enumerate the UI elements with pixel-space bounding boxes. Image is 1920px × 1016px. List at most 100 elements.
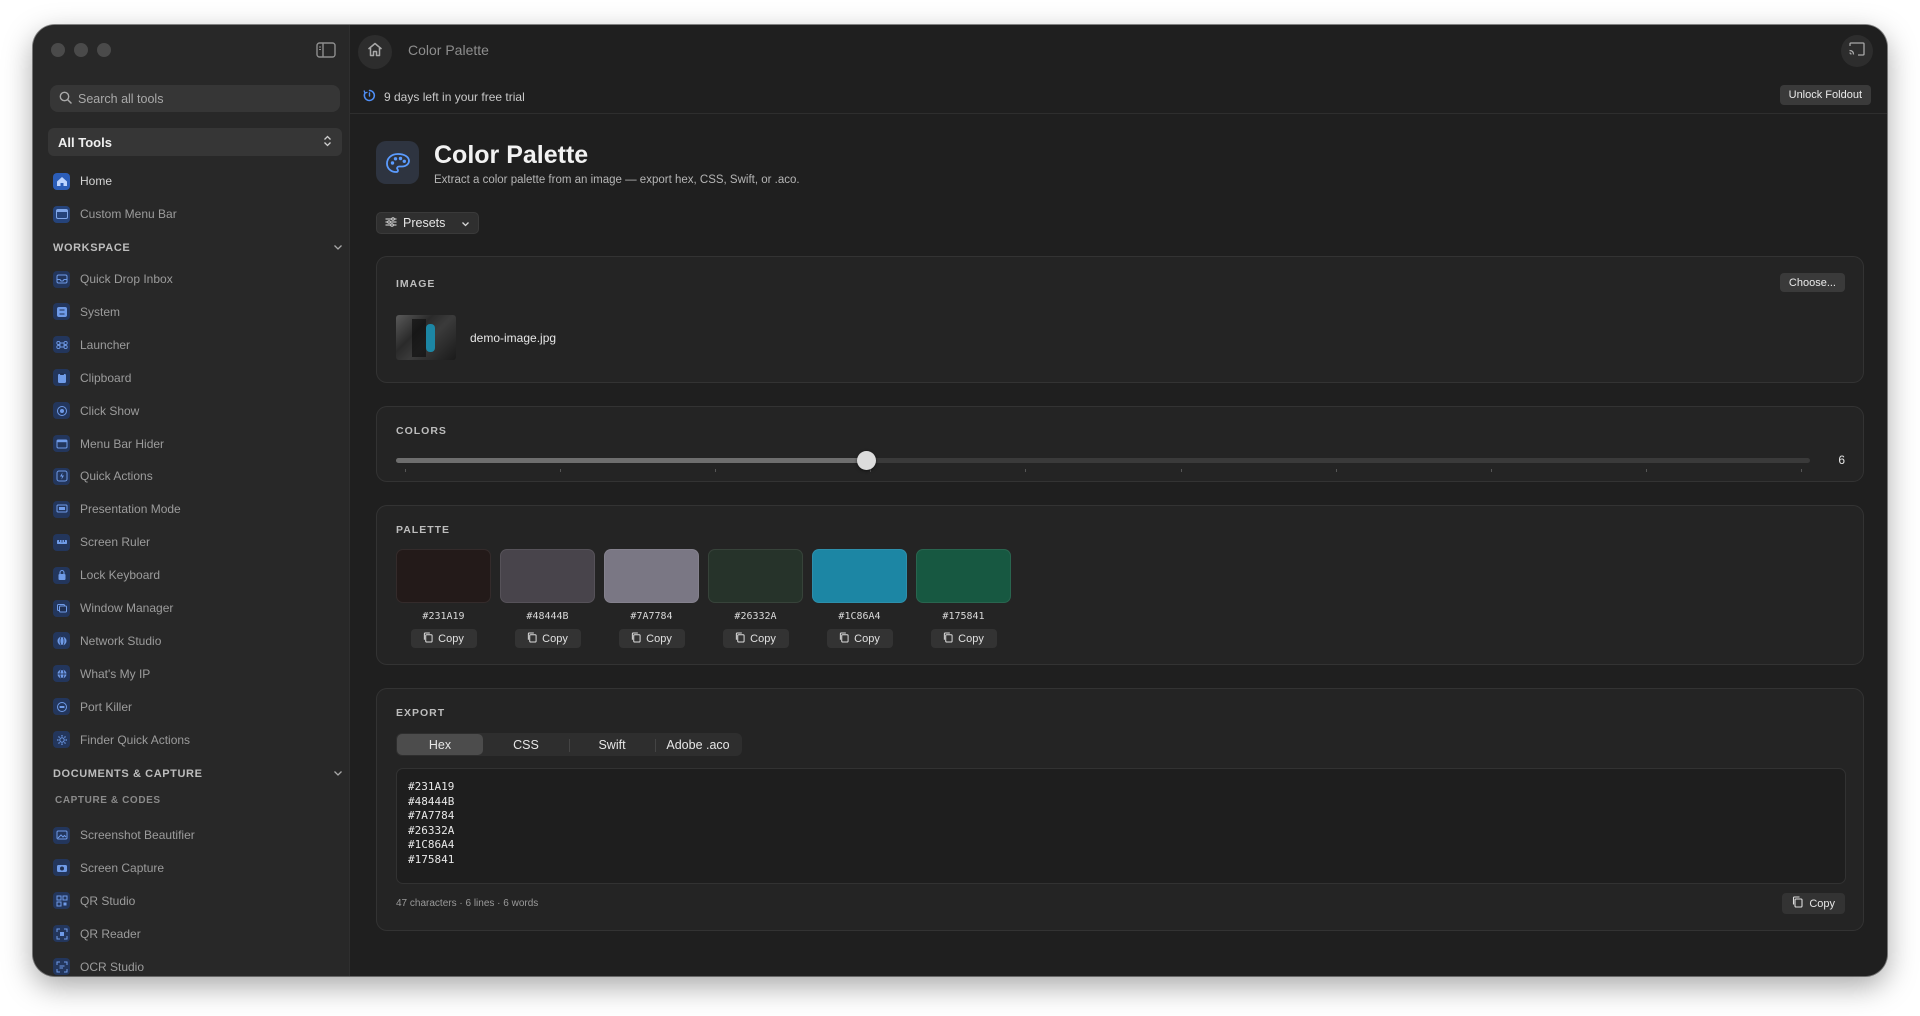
sidebar-toggle-icon[interactable] (316, 42, 336, 58)
copy-swatch-button[interactable]: Copy (514, 629, 581, 648)
sidebar-item-custom-menu-bar[interactable]: Custom Menu Bar (53, 200, 341, 228)
image-file-name: demo-image.jpg (470, 331, 557, 345)
sidebar-item-system[interactable]: System (53, 298, 341, 326)
sidebar-item-label: Screenshot Beautifier (80, 828, 195, 842)
sidebar-item-quick-drop-inbox[interactable]: Quick Drop Inbox (53, 265, 341, 293)
sidebar-item-finder-quick-actions[interactable]: Finder Quick Actions (53, 726, 341, 754)
image-thumbnail[interactable] (396, 315, 456, 360)
image-icon (53, 826, 70, 844)
tab-adobe-aco[interactable]: Adobe .aco (655, 734, 741, 755)
swatch-hex-label: #7A7784 (630, 611, 673, 622)
copy-icon (527, 631, 537, 646)
presets-menu-button[interactable]: Presets (376, 212, 480, 234)
gear-icon (53, 731, 70, 749)
image-card: IMAGE Choose... demo-image.jpg (376, 256, 1864, 383)
subsection-capture-codes: CAPTURE & CODES (55, 795, 161, 806)
choose-image-button[interactable]: Choose... (1779, 273, 1845, 292)
tool-category-select[interactable]: All Tools (48, 128, 342, 156)
chevron-down-icon (461, 216, 470, 230)
copy-swatch-button[interactable]: Copy (826, 629, 893, 648)
sidebar-item-label: Click Show (80, 403, 140, 418)
sidebar-item-launcher[interactable]: Launcher (53, 331, 341, 359)
close-window-button[interactable] (51, 43, 65, 57)
unlock-button[interactable]: Unlock Foldout (1779, 85, 1871, 105)
zoom-window-button[interactable] (97, 43, 111, 57)
sidebar-item-screenshot-beautifier[interactable]: Screenshot Beautifier (53, 821, 341, 849)
sidebar-item-label: OCR Studio (80, 959, 145, 974)
image-card-label: IMAGE (396, 278, 436, 290)
export-card: EXPORT Hex CSS Swift Adobe .aco #231A19 #484… (376, 688, 1864, 931)
slider-tick (405, 469, 406, 472)
copy-swatch-button[interactable]: Copy (930, 629, 997, 648)
sidebar-item-label: Network Studio (80, 633, 162, 648)
sidebar-item-label: Presentation Mode (80, 502, 181, 517)
section-workspace[interactable]: WORKSPACE (53, 242, 343, 254)
copy-swatch-button[interactable]: Copy (410, 629, 477, 648)
colors-slider-fill (396, 458, 867, 463)
color-swatch[interactable] (604, 549, 699, 603)
tab-css[interactable]: CSS (483, 734, 569, 755)
palette-card-label: PALETTE (396, 524, 451, 536)
cast-button[interactable] (1841, 35, 1873, 67)
slider-tick (1335, 469, 1337, 472)
sliders-icon (385, 216, 397, 230)
tab-hex[interactable]: Hex (397, 734, 483, 755)
house-icon (53, 172, 70, 190)
copy-swatch-button[interactable]: Copy (618, 629, 685, 648)
slider-tick (870, 469, 872, 472)
sidebar-item-screen-ruler[interactable]: Screen Ruler (53, 528, 341, 556)
export-output[interactable]: #231A19 #48444B #7A7784 #26332A #1C86A4 #1758… (396, 768, 1846, 884)
sidebar-item-window-manager[interactable]: Window Manager (53, 594, 341, 622)
sidebar-item-home[interactable]: Home (53, 167, 341, 195)
section-documents-capture[interactable]: DOCUMENTS & CAPTURE (53, 768, 343, 780)
swatch-item: #7A7784 Copy (604, 549, 699, 648)
copy-swatch-button[interactable]: Copy (722, 629, 789, 648)
slider-tick (1801, 469, 1802, 472)
color-swatch[interactable] (396, 549, 491, 603)
qr-scan-icon (53, 925, 70, 943)
colors-slider-knob[interactable] (857, 451, 877, 470)
sidebar-item-screen-capture[interactable]: Screen Capture (53, 854, 341, 882)
trial-banner: 9 days left in your free trial (350, 81, 1887, 114)
sidebar-item-menu-bar-hider[interactable]: Menu Bar Hider (53, 430, 341, 458)
page-subtitle: Extract a color palette from an image — … (434, 174, 800, 186)
sidebar-item-ocr-studio[interactable]: OCR Studio (53, 953, 341, 976)
sidebar-item-lock-keyboard[interactable]: Lock Keyboard (53, 561, 341, 589)
sidebar-item-label: Quick Drop Inbox (80, 272, 173, 286)
sidebar-item-label: Custom Menu Bar (80, 207, 177, 221)
sidebar-item-clipboard[interactable]: Clipboard (53, 364, 341, 392)
sidebar-item-presentation-mode[interactable]: Presentation Mode (53, 495, 341, 523)
sidebar-item-port-killer[interactable]: Port Killer (53, 693, 341, 721)
presets-label: Presets (403, 216, 446, 230)
colors-slider-track[interactable] (396, 458, 1810, 463)
sidebar-item-network-studio[interactable]: Network Studio (53, 627, 341, 655)
color-swatch[interactable] (708, 549, 803, 603)
sidebar-item-quick-actions[interactable]: Quick Actions (53, 462, 341, 490)
tool-category-value: All Tools (58, 134, 112, 150)
search-bar[interactable] (50, 85, 340, 112)
swatch-hex-label: #231A19 (422, 611, 465, 622)
color-swatch[interactable] (916, 549, 1011, 603)
slider-tick (1490, 469, 1492, 472)
search-input[interactable] (78, 91, 318, 106)
sidebar-item-label: Screen Ruler (80, 535, 151, 550)
color-swatch[interactable] (500, 549, 595, 603)
tab-swift[interactable]: Swift (569, 734, 655, 755)
export-line: #48444B (408, 794, 455, 808)
sidebar-item-label: Menu Bar Hider (80, 436, 165, 451)
lock-icon (53, 566, 70, 584)
color-swatch[interactable] (812, 549, 907, 603)
ruler-icon (53, 533, 70, 551)
sidebar-item-qr-studio[interactable]: QR Studio (53, 887, 341, 915)
click-icon (53, 402, 70, 420)
colors-count-value: 6 (1838, 453, 1845, 467)
copy-export-button[interactable]: Copy (1782, 893, 1845, 914)
sidebar-item-what-s-my-ip[interactable]: What's My IP (53, 660, 341, 688)
copy-swatch-label: Copy (542, 632, 568, 645)
sidebar-item-click-show[interactable]: Click Show (53, 397, 341, 425)
palette-icon (376, 141, 419, 184)
minimize-window-button[interactable] (74, 43, 88, 57)
qr-icon (53, 892, 70, 910)
sidebar-item-qr-reader[interactable]: QR Reader (53, 920, 341, 948)
home-button[interactable] (358, 35, 392, 69)
